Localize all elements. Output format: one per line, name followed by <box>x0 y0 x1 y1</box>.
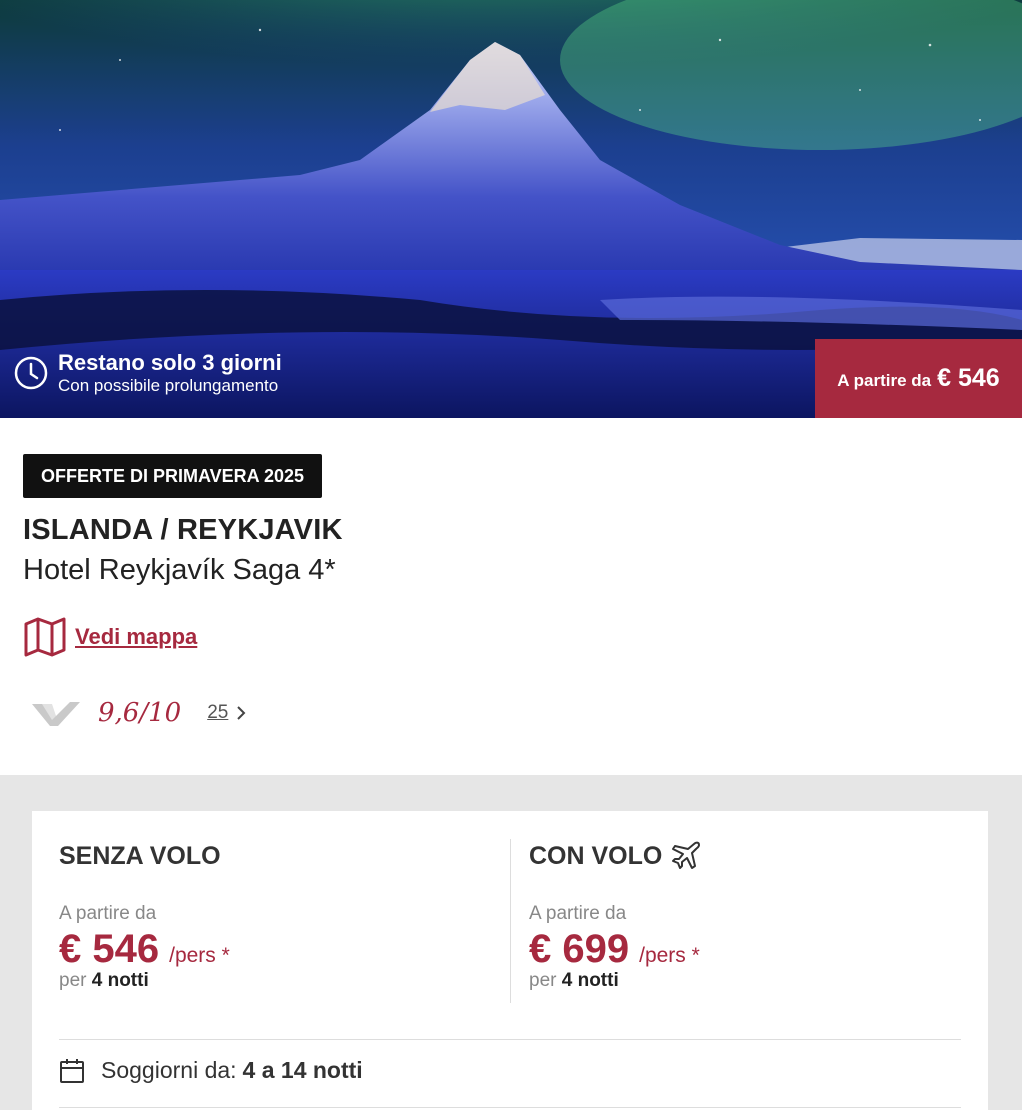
without-flight-title: SENZA VOLO <box>59 841 221 870</box>
without-flight-from-label: A partire da <box>59 903 157 924</box>
chevron-right-icon[interactable] <box>234 704 248 722</box>
with-flight-price: € 699 <box>529 927 630 971</box>
without-flight-price: € 546 <box>59 927 160 971</box>
with-flight-per: per <box>529 970 557 991</box>
rating-score: 9,6/10 <box>98 698 182 728</box>
clock-icon <box>14 356 48 390</box>
price-tag-label: A partire da <box>837 370 932 390</box>
destination-title: ISLANDA / REYKJAVIK <box>23 514 343 546</box>
countdown-title: Restano solo 3 giorni <box>58 350 282 375</box>
without-flight-nights-value: 4 notti <box>91 970 149 991</box>
hero-image: Restano solo 3 giorni Con possibile prol… <box>0 0 1022 418</box>
stay-value: 4 a 14 notti <box>242 1057 363 1083</box>
offer-info: OFFERTE DI PRIMAVERA 2025 ISLANDA / REYK… <box>0 418 1022 775</box>
stay-duration-row: Soggiorni da: 4 a 14 notti <box>59 1057 363 1084</box>
countdown-subtitle: Con possibile prolungamento <box>58 376 279 395</box>
without-flight-option[interactable]: SENZA VOLO A partire da € 546 /pers * pe… <box>59 839 230 992</box>
stay-label: Soggiorni da: <box>101 1057 237 1083</box>
without-flight-nights: per 4 notti <box>59 970 230 992</box>
airplane-icon <box>672 841 701 869</box>
starting-price-tag: A partire da € 546 <box>815 339 1022 418</box>
map-link[interactable]: Vedi mappa <box>23 616 197 658</box>
countdown-banner: Restano solo 3 giorni Con possibile prol… <box>14 350 282 396</box>
calendar-icon <box>60 1058 84 1083</box>
hotel-name: Hotel Reykjavík Saga 4* <box>23 554 336 586</box>
without-flight-unit: /pers * <box>169 944 230 967</box>
column-divider <box>510 839 511 1003</box>
pricing-card: SENZA VOLO A partire da € 546 /pers * pe… <box>32 811 988 1110</box>
with-flight-nights: per 4 notti <box>529 970 700 992</box>
price-tag-value: € 546 <box>937 364 1000 392</box>
with-flight-title: CON VOLO <box>529 841 663 870</box>
with-flight-from-label: A partire da <box>529 903 627 924</box>
rating-row: 9,6/10 25 <box>30 698 248 728</box>
with-flight-unit: /pers * <box>639 944 700 967</box>
divider-line <box>59 1039 961 1040</box>
map-icon <box>24 617 66 657</box>
offer-badge: OFFERTE DI PRIMAVERA 2025 <box>23 454 323 498</box>
map-link-label[interactable]: Vedi mappa <box>75 624 197 650</box>
without-flight-per: per <box>59 970 87 991</box>
rating-logo-icon <box>32 702 80 726</box>
review-count-link[interactable]: 25 <box>207 702 228 724</box>
with-flight-nights-value: 4 notti <box>561 970 619 991</box>
with-flight-option[interactable]: CON VOLO A partire da € 699 /pers * per … <box>529 839 701 992</box>
divider-line-bottom <box>59 1107 961 1108</box>
